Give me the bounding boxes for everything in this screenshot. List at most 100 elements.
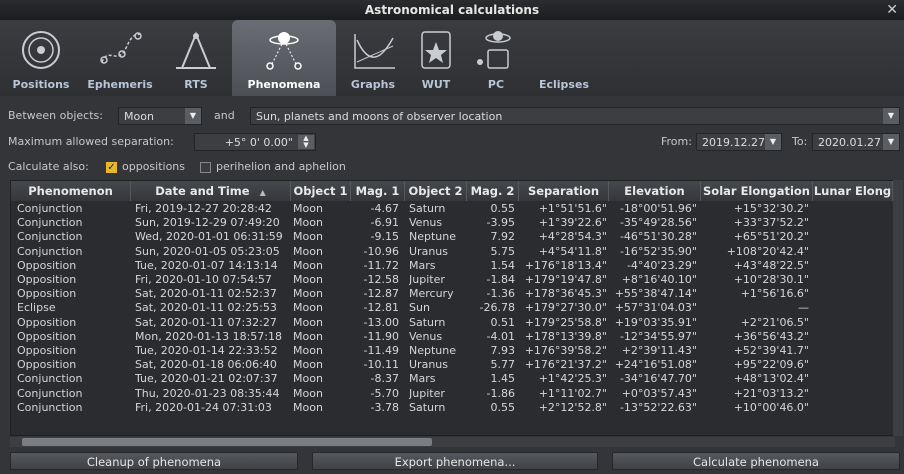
header-lunar-elongation[interactable]: Lunar Elong xyxy=(813,181,893,201)
table-row[interactable]: Opposition Sat, 2020-01-18 06:06:40 Moon -1… xyxy=(11,358,891,372)
table-cell: -35°49'28.56" xyxy=(619,216,697,230)
table-cell: -13.00 xyxy=(363,315,399,329)
scrollbar-thumb[interactable] xyxy=(22,438,432,446)
table-cell: +2°21'06.5" xyxy=(740,315,809,329)
oppositions-checkbox[interactable]: ✓ xyxy=(106,162,117,173)
table-row[interactable]: Opposition Fri, 2020-01-10 07:54:57 Moon -1… xyxy=(11,273,891,287)
table-row[interactable]: Opposition Sat, 2020-01-11 07:32:27 Moon -1… xyxy=(11,316,891,330)
calendar-dropdown-icon[interactable]: ▼ xyxy=(883,134,899,150)
table-cell: -3.78 xyxy=(370,400,399,414)
table-cell xyxy=(813,216,893,230)
table-cell: +1°51'51.6" xyxy=(538,202,607,215)
table-cell: +43°48'22.5" xyxy=(733,258,809,272)
header-object1[interactable]: Object 1 xyxy=(291,181,351,201)
table-cell: Saturn xyxy=(409,400,446,414)
table-cell: Moon xyxy=(293,344,323,357)
calendar-dropdown-icon[interactable]: ▼ xyxy=(765,134,781,150)
vertical-scrollbar[interactable] xyxy=(893,180,903,436)
table-cell: Mercury xyxy=(409,287,454,301)
header-elevation[interactable]: Elevation xyxy=(609,181,701,201)
table-cell: Sat, 2020-01-11 02:52:37 xyxy=(135,287,277,301)
table-row[interactable]: Conjunction Fri, 2019-12-27 20:28:42 Moon -… xyxy=(11,202,891,216)
header-solar-elongation[interactable]: Solar Elongation xyxy=(701,181,813,201)
table-cell: 0.51 xyxy=(490,315,516,329)
table-cell: Uranus xyxy=(409,358,448,372)
table-row[interactable]: Opposition Sat, 2020-01-11 02:52:37 Moon -1… xyxy=(11,287,891,301)
tab-rts[interactable]: RTS xyxy=(166,20,226,96)
horizontal-scrollbar[interactable] xyxy=(10,437,895,447)
max-separation-spinbox[interactable]: +5° 0' 0.00" ▲ ▼ xyxy=(194,133,316,151)
table-cell xyxy=(813,358,893,372)
header-date-time[interactable]: Date and Time ▲ xyxy=(131,181,291,201)
header-separation[interactable]: Separation xyxy=(519,181,609,201)
tab-eclipses[interactable]: Eclipses xyxy=(528,20,600,96)
header-mag1[interactable]: Mag. 1 xyxy=(351,181,405,201)
object1-select[interactable]: Moon ▼ xyxy=(118,107,202,125)
table-row[interactable]: Eclipse Sat, 2020-01-11 02:25:53 Moon -12.8… xyxy=(11,301,891,315)
table-row[interactable]: Conjunction Tue, 2020-01-21 02:07:37 Moon -… xyxy=(11,372,891,386)
table-cell: Conjunction xyxy=(17,244,83,258)
table-cell: -12°34'55.97" xyxy=(619,329,697,343)
table-cell: +178°36'45.3" xyxy=(524,287,607,301)
table-cell: +0°03'57.43" xyxy=(621,386,697,400)
table-cell: +176°21'37.2" xyxy=(524,358,607,372)
table-cell: +2°39'11.43" xyxy=(621,344,697,357)
tab-pc[interactable]: PC xyxy=(468,20,524,96)
graphs-icon xyxy=(354,34,395,69)
tab-positions[interactable]: Positions xyxy=(6,20,76,96)
table-cell xyxy=(813,316,893,330)
table-cell: +108°20'42.4" xyxy=(726,244,809,258)
table-cell: -12.87 xyxy=(363,287,399,301)
table-row[interactable]: Opposition Tue, 2020-01-14 22:33:52 Moon -1… xyxy=(11,344,891,358)
phenomena-panel: Between objects: Moon ▼ and Sun, planets… xyxy=(0,96,904,474)
table-cell xyxy=(813,301,893,315)
table-cell: 0.55 xyxy=(490,400,516,414)
table-cell: +55°38'47.14" xyxy=(614,287,697,301)
object2-select[interactable]: Sun, planets and moons of observer locat… xyxy=(250,107,900,125)
max-separation-value: +5° 0' 0.00" xyxy=(224,136,293,149)
table-cell: 7.92 xyxy=(490,230,516,244)
table-row[interactable]: Opposition Mon, 2020-01-13 18:57:18 Moon -1… xyxy=(11,330,891,344)
header-mag2[interactable]: Mag. 2 xyxy=(467,181,519,201)
table-row[interactable]: Conjunction Wed, 2020-01-01 06:31:59 Moon -… xyxy=(11,230,891,244)
close-icon[interactable]: ✕ xyxy=(886,0,898,20)
perihelion-label: perihelion and aphelion xyxy=(216,160,346,173)
to-date-field[interactable]: 2020.01.27 ▼ xyxy=(812,133,900,151)
tab-graphs[interactable]: Graphs xyxy=(342,20,404,96)
rts-icon xyxy=(176,31,216,69)
spin-arrows-icon[interactable]: ▲ ▼ xyxy=(298,135,314,149)
table-cell: +48°13'02.4" xyxy=(733,372,809,386)
tab-phenomena[interactable]: Phenomena xyxy=(232,20,336,96)
table-cell: 0.55 xyxy=(490,202,516,215)
tab-ephemeris[interactable]: Ephemeris xyxy=(80,20,160,96)
table-cell: Tue, 2020-01-14 22:33:52 xyxy=(135,344,278,357)
table-row[interactable]: Opposition Tue, 2020-01-07 14:13:14 Moon -1… xyxy=(11,259,891,273)
table-row[interactable]: Conjunction Sun, 2020-01-05 05:23:05 Moon -… xyxy=(11,245,891,259)
table-cell: +15°32'30.2" xyxy=(733,202,809,215)
table-cell: +33°37'52.2" xyxy=(733,216,809,230)
table-row[interactable]: Conjunction Sun, 2019-12-29 07:49:20 Moon -… xyxy=(11,216,891,230)
perihelion-checkbox[interactable] xyxy=(200,162,211,173)
from-date-field[interactable]: 2019.12.27 ▼ xyxy=(696,133,782,151)
table-cell: Conjunction xyxy=(17,230,83,244)
calculate-button[interactable]: Calculate phenomena xyxy=(612,452,900,470)
cleanup-button[interactable]: Cleanup of phenomena xyxy=(10,452,298,470)
table-cell: Opposition xyxy=(17,344,77,357)
table-cell: -1.84 xyxy=(486,273,515,286)
header-phenomenon[interactable]: Phenomenon xyxy=(11,181,131,201)
table-cell: Opposition xyxy=(17,315,77,329)
header-object2[interactable]: Object 2 xyxy=(405,181,467,201)
to-label: To: xyxy=(792,135,808,148)
export-button[interactable]: Export phenomena... xyxy=(312,452,598,470)
table-cell: +57°31'04.03" xyxy=(614,301,697,315)
table-row[interactable]: Conjunction Fri, 2020-01-24 07:31:03 Moon -… xyxy=(11,401,891,415)
chevron-down-icon: ▼ xyxy=(883,108,899,124)
tab-wut[interactable]: WUT xyxy=(408,20,464,96)
table-cell: Conjunction xyxy=(17,216,83,230)
table-row[interactable]: Conjunction Thu, 2020-01-23 08:35:44 Moon -… xyxy=(11,387,891,401)
table-cell: +24°16'51.08" xyxy=(614,358,697,372)
phenomena-icon xyxy=(266,32,302,70)
table-cell: +21°03'13.2" xyxy=(733,386,809,400)
table-cell: -4.67 xyxy=(370,202,399,215)
table-cell: +179°25'58.8" xyxy=(524,315,607,329)
